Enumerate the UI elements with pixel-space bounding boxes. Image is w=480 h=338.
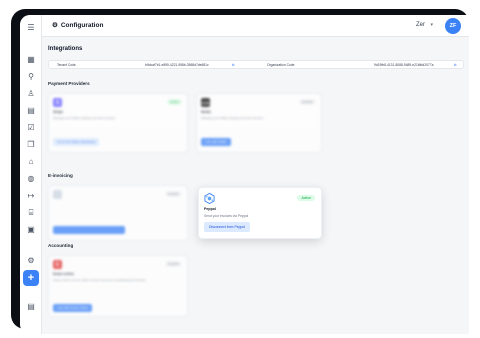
avatar[interactable]: ZF [445, 18, 461, 34]
einvoicing-logo-icon [53, 190, 62, 199]
mollie-status-badge: Inactive [298, 99, 316, 105]
settings-gear-icon: ⚙ [52, 22, 58, 29]
mollie-logo-icon: mollie [201, 98, 210, 107]
inbox-icon[interactable]: ▣ [26, 225, 36, 235]
tenant-code-value: b9dcaf7b1-e895-4221-958b-3568d7de681c [145, 63, 209, 67]
accounting-heading: Accounting [48, 243, 74, 248]
einvoicing-status-badge: Inactive [164, 191, 182, 197]
copy-icon[interactable]: ❐ [26, 140, 36, 150]
app-screen: ☰ ▦ ⚲ ♙ ▤ ☑ ❐ ⌂ ◍ ↦ ⌸ ▣ ⚙ + ▤ ⚙ Configur… [20, 15, 469, 334]
disconnect-peppol-button[interactable]: Disconnect from Peppol [204, 222, 250, 232]
mollie-card: mollie Inactive Mollie Manage your Molli… [196, 93, 322, 153]
chevron-down-icon[interactable]: ▾ [430, 22, 433, 28]
cloud-icon[interactable]: ◍ [26, 174, 36, 184]
bank-icon[interactable]: ⌂ [26, 157, 36, 167]
topbar: ⚙ Configuration Zer ▾ ZF [42, 15, 469, 37]
add-icon[interactable]: + [23, 270, 39, 286]
peppol-status-badge: Active [297, 195, 315, 201]
stripe-dashboard-button[interactable]: Go to the Stripe dashboard [53, 138, 100, 146]
page-title-text: Configuration [60, 21, 104, 29]
exact-description: Keep control of your sales invoices and … [53, 278, 147, 282]
exact-name: Exact online [53, 272, 75, 276]
tenant-code-label: Tenant Code [57, 63, 76, 67]
org-switcher[interactable]: Zer [416, 22, 425, 28]
page-title: ⚙ Configuration [52, 21, 104, 30]
library-icon[interactable]: ⌸ [26, 208, 36, 218]
stripe-logo-icon: S [53, 98, 62, 107]
codes-bar: Tenant Code b9dcaf7b1-e895-4221-958b-356… [48, 60, 464, 69]
exact-status-badge: Inactive [164, 261, 182, 267]
copy-org-code-icon[interactable]: ⧉ [454, 63, 456, 67]
peppol-logo-icon [204, 193, 215, 204]
sidebar: ☰ ▦ ⚲ ♙ ▤ ☑ ❐ ⌂ ◍ ↦ ⌸ ▣ ⚙ + ▤ [20, 15, 42, 334]
mollie-description: Manage your Mollie settings and link inv… [201, 116, 264, 120]
peppol-card: Active Peppol Send your invoices via Pep… [198, 187, 322, 239]
export-icon[interactable]: ↦ [26, 191, 36, 201]
exact-card: E Inactive Exact online Keep control of … [48, 255, 188, 317]
stripe-name: Stripe [53, 110, 64, 114]
main-content: Integrations Tenant Code b9dcaf7b1-e895-… [42, 37, 469, 334]
check-icon[interactable]: ☑ [26, 123, 36, 133]
stripe-card: S Active Stripe Manage your Stripe setti… [48, 93, 188, 153]
copy-tenant-code-icon[interactable]: ⧉ [232, 63, 234, 67]
user-icon[interactable]: ♙ [26, 89, 36, 99]
exact-logo-icon: E [53, 260, 62, 269]
menu-icon[interactable]: ☰ [26, 23, 36, 33]
settings-icon[interactable]: ⚙ [26, 256, 36, 266]
payment-providers-heading: Payment Providers [48, 81, 90, 86]
integrations-heading: Integrations [48, 46, 83, 52]
location-icon[interactable]: ⚲ [26, 72, 36, 82]
stripe-status-badge: Active [167, 99, 182, 105]
stripe-description: Manage your Stripe settings and link inv… [53, 116, 116, 120]
link-exact-button[interactable]: Link with Exact Online [53, 304, 93, 312]
peppol-description: Send your invoices via Peppol [204, 214, 249, 218]
notes-icon[interactable]: ▤ [26, 302, 36, 312]
einvoicing-heading: E-invoicing [48, 173, 73, 178]
peppol-name: Peppol [204, 207, 216, 211]
grid-icon[interactable]: ▦ [26, 55, 36, 65]
link-mollie-button[interactable]: Link with Mollie [201, 138, 231, 146]
einvoicing-blurred-card: Inactive [48, 185, 188, 241]
mollie-name: Mollie [201, 110, 212, 114]
org-code-label: Organization Code [267, 63, 295, 67]
einvoicing-link-button[interactable] [53, 226, 125, 234]
org-code-value: 9d19fb8-4131-8088-9489-e216fdd2077a [374, 63, 434, 67]
document-icon[interactable]: ▤ [26, 106, 36, 116]
